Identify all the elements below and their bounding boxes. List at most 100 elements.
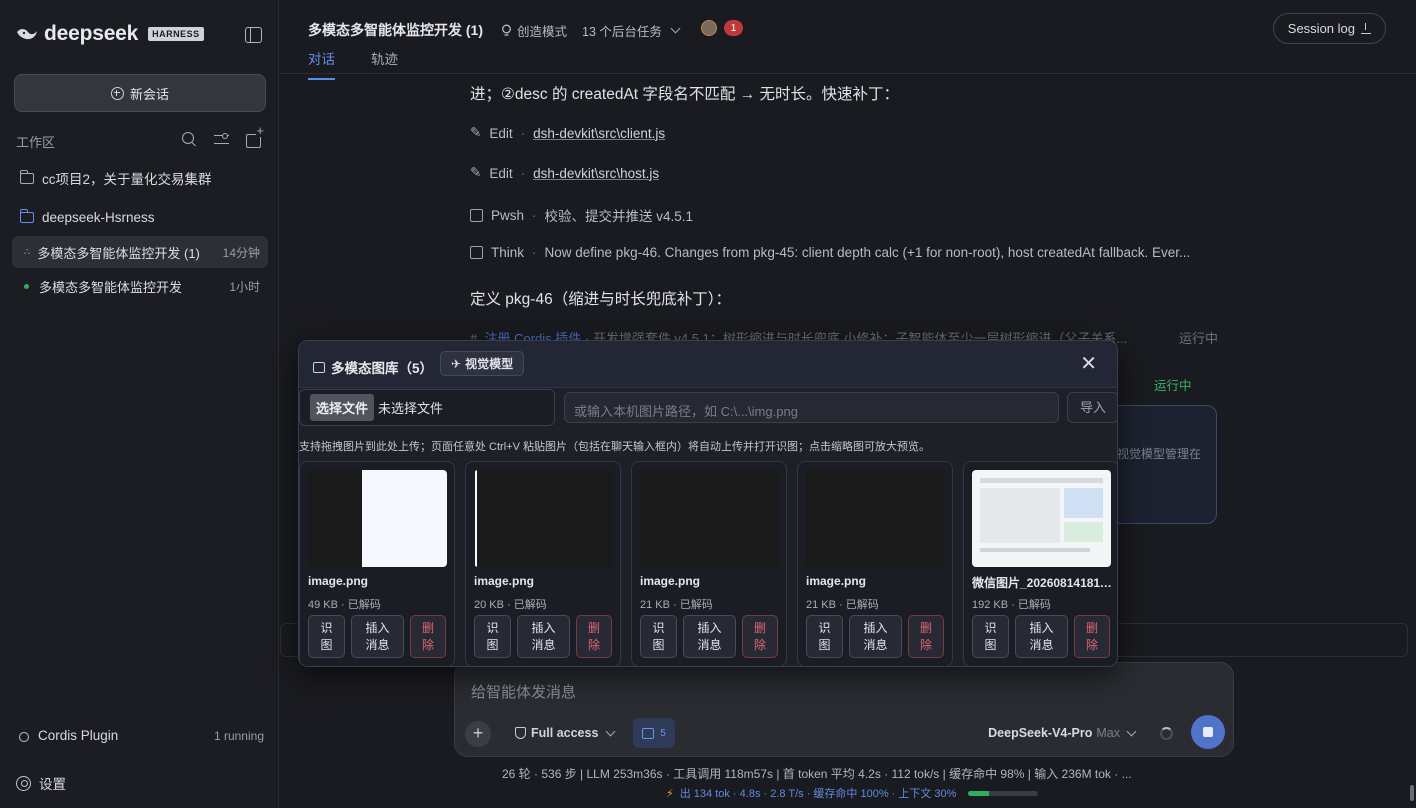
plugin-label: Cordis Plugin [38, 728, 119, 743]
insert-message-button[interactable]: 插入 消息 [683, 615, 736, 658]
access-label: Full access [531, 726, 599, 740]
tool-call-row[interactable]: ✎ Edit · dsh-devkit\src\host.js [470, 165, 1230, 181]
notification-badge[interactable]: 1 [724, 20, 743, 36]
bulb-icon [502, 24, 511, 36]
folder-label: deepseek-Hsrness [42, 209, 155, 225]
plugin-meta: 1 running [213, 728, 264, 743]
thumbnail-grid: image.png 49 KB · 已解码 识图 插入 消息 删除 image.p… [299, 461, 1117, 666]
tool-call-row[interactable]: Think · Now define pkg-46. Changes from … [470, 245, 1230, 260]
new-folder-icon[interactable] [245, 125, 264, 148]
close-icon[interactable]: ✕ [1080, 354, 1097, 374]
image-name: image.png [474, 574, 535, 588]
file-picker[interactable]: 选择文件 未选择文件 [299, 389, 555, 426]
mode-indicator[interactable]: 创造模式 [500, 21, 567, 40]
insert-message-button[interactable]: 插入 消息 [517, 615, 570, 658]
tool-target-link[interactable]: dsh-devkit\src\client.js [533, 126, 665, 141]
search-icon[interactable] [181, 131, 198, 148]
scrollbar[interactable] [1410, 785, 1414, 801]
modal-title: 多模态图库（5） [313, 357, 433, 377]
sidebar-toggle-icon[interactable] [245, 27, 262, 43]
delete-button[interactable]: 删除 [1074, 615, 1110, 658]
running-status: 运行中 [1154, 379, 1192, 393]
image-thumbnail[interactable] [806, 470, 945, 567]
tool-kind: Pwsh [491, 207, 525, 223]
delete-button[interactable]: 删除 [742, 615, 778, 658]
insert-message-button[interactable]: 插入 消息 [849, 615, 902, 658]
pencil-icon: ✎ [470, 165, 482, 180]
tool-call-row[interactable]: ✎ Edit · dsh-devkit\src\client.js [470, 125, 1230, 141]
insert-message-button[interactable]: 插入 消息 [351, 615, 404, 658]
message-text: 定义 pkg-46（缩进与时长兜底补丁）： [470, 291, 731, 308]
message-input[interactable]: 给智能体发消息 [471, 681, 576, 702]
tool-target-link[interactable]: dsh-devkit\src\host.js [533, 166, 659, 181]
tab-bar: 对话 轨迹 [308, 48, 398, 80]
delete-button[interactable]: 删除 [410, 615, 446, 658]
background-tasks-dropdown[interactable]: 13 个后台任务 [582, 21, 681, 40]
model-tier: Max [1096, 726, 1120, 740]
filter-icon[interactable] [213, 131, 230, 148]
separator: · [520, 165, 526, 181]
session-item[interactable]: 多模态多智能体监控开发 1小时 [12, 270, 268, 302]
settings-label: 设置 [39, 777, 66, 792]
vision-model-button[interactable]: ✈ 视觉模型 [440, 351, 525, 376]
image-thumbnail[interactable] [308, 470, 447, 567]
recognize-button[interactable]: 识图 [640, 615, 677, 658]
page-title: 多模态多智能体监控开发 (1) [308, 22, 483, 38]
folder-item[interactable]: cc项目2，关于量化交易集群 [12, 162, 268, 194]
recognize-button[interactable]: 识图 [806, 615, 843, 658]
tool-target: 校验、提交并推送 v4.5.1 [544, 209, 694, 224]
image-thumbnail[interactable] [972, 470, 1111, 567]
vision-model-label: 视觉模型 [465, 357, 514, 371]
delete-button[interactable]: 删除 [576, 615, 612, 658]
insert-message-button[interactable]: 插入 消息 [1015, 615, 1068, 658]
image-thumbnail[interactable] [474, 470, 613, 567]
folder-open-icon [19, 208, 34, 223]
main-header: 多模态多智能体监控开发 (1) 创造模式 13 个后台任务 1 对话 轨迹 Se… [280, 0, 1416, 80]
plugin-row[interactable]: Cordis Plugin 1 running [16, 728, 264, 743]
chevron-down-icon [1126, 726, 1137, 736]
stop-button[interactable] [1191, 715, 1225, 749]
gear-icon [16, 775, 31, 791]
recognize-button[interactable]: 识图 [474, 615, 511, 658]
choose-file-button[interactable]: 选择文件 [310, 394, 375, 421]
brand-tag: HARNESS [148, 27, 204, 41]
tab-chat[interactable]: 对话 [308, 48, 335, 80]
status-dot-icon [24, 283, 29, 289]
tool-call-row[interactable]: Pwsh · 校验、提交并推送 v4.5.1 [470, 205, 1230, 225]
recognize-button[interactable]: 识图 [308, 615, 345, 658]
image-card: image.png 20 KB · 已解码 识图 插入 消息 删除 [465, 461, 621, 666]
session-item[interactable]: ∴ 多模态多智能体监控开发 (1) 14分钟 [12, 236, 268, 268]
separator: · [532, 207, 537, 223]
bug-icon[interactable] [701, 20, 717, 36]
recognize-button[interactable]: 识图 [972, 615, 1009, 658]
image-card: 微信图片_2026081418115.png 192 KB · 已解码 识图 插… [963, 461, 1117, 666]
image-name: image.png [640, 574, 701, 588]
context-progress-fill [968, 790, 990, 796]
tab-trace[interactable]: 轨迹 [371, 48, 398, 80]
settings-row[interactable]: 设置 [16, 773, 264, 793]
model-dropdown[interactable]: DeepSeek-V4-Pro Max [988, 726, 1137, 740]
upload-hint: 支持拖拽图片到此处上传；页面任意处 Ctrl+V 粘贴图片（包括在聊天输入框内）… [299, 441, 930, 453]
run-stats: 26 轮 · 536 步 | LLM 253m36s · 工具调用 118m57… [502, 767, 1132, 781]
new-chat-label: 新会话 [129, 86, 169, 102]
image-name: 微信图片_2026081418115.png [972, 576, 1112, 590]
modal-title-text: 多模态图库（5） [331, 361, 434, 376]
image-path-input[interactable]: 或输入本机图片路径，如 C:\...\img.png [564, 392, 1059, 423]
no-file-label: 未选择文件 [378, 401, 444, 416]
plus-circle-icon [110, 86, 124, 100]
session-log-button[interactable]: Session log [1272, 13, 1386, 44]
new-chat-button[interactable]: 新会话 [14, 74, 266, 112]
throughput-text: 出 134 tok · 4.8s · 2.8 T/s · 缓存命中 100% ·… [679, 788, 957, 800]
separator: · [520, 125, 526, 141]
import-button[interactable]: 导入 [1067, 392, 1117, 423]
download-icon [1361, 23, 1371, 34]
image-thumbnail[interactable] [640, 470, 779, 567]
image-gallery-button[interactable]: 5 [633, 718, 675, 748]
access-dropdown[interactable]: Full access [515, 726, 616, 740]
brand[interactable]: deepseek HARNESS [16, 22, 204, 46]
workspace-label: 工作区 [16, 135, 56, 150]
attach-button[interactable]: + [465, 721, 491, 747]
folder-item[interactable]: deepseek-Hsrness [12, 201, 268, 233]
delete-button[interactable]: 删除 [908, 615, 944, 658]
image-card: image.png 49 KB · 已解码 识图 插入 消息 删除 [299, 461, 455, 666]
